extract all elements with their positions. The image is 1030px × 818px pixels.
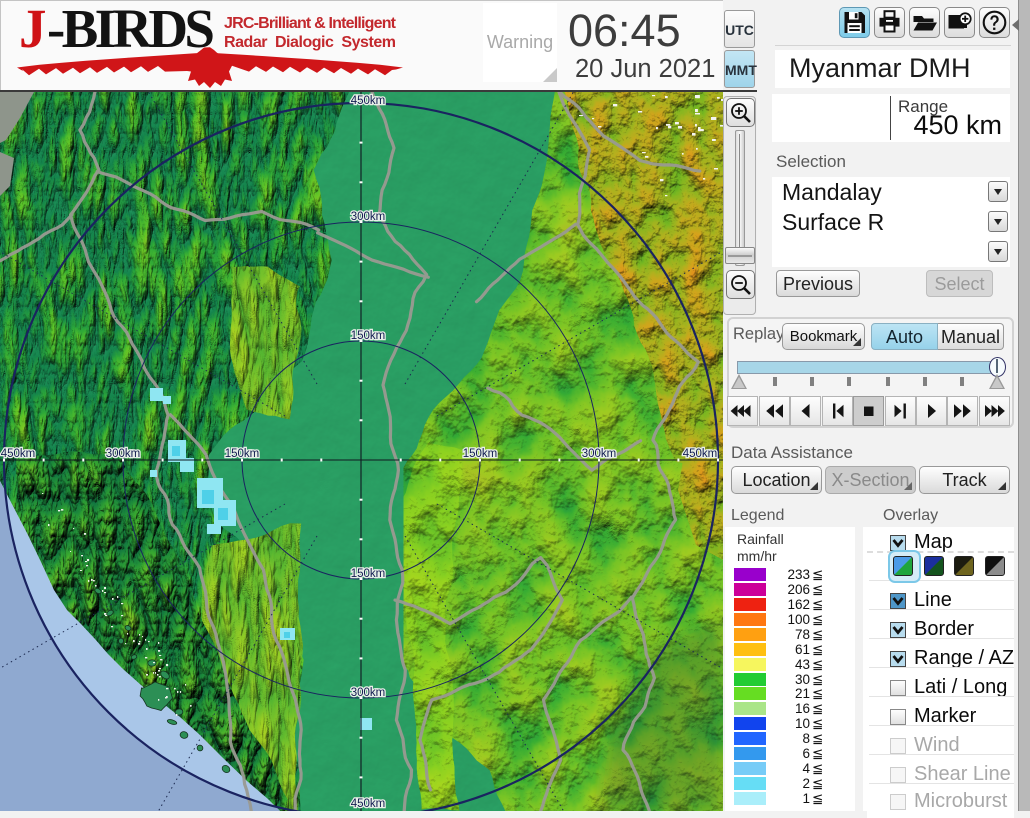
svg-text:JRC-Brilliant & Intelligent: JRC-Brilliant & Intelligent [224, 15, 397, 32]
svg-text:150km: 150km [463, 448, 498, 460]
svg-text:450km: 450km [351, 95, 386, 107]
svg-text:Radar Dialogic System: Radar Dialogic System [224, 34, 396, 51]
svg-text:-BIRDS: -BIRDS [47, 4, 215, 59]
svg-text:300km: 300km [351, 687, 386, 699]
svg-text:150km: 150km [351, 330, 386, 342]
svg-text:300km: 300km [351, 211, 386, 223]
svg-text:150km: 150km [351, 568, 386, 580]
svg-text:150km: 150km [225, 448, 260, 460]
svg-text:450km: 450km [351, 798, 386, 810]
svg-text:J: J [19, 4, 47, 59]
svg-text:300km: 300km [582, 448, 617, 460]
svg-text:450km: 450km [683, 448, 718, 460]
svg-text:300km: 300km [106, 448, 141, 460]
svg-text:450km: 450km [1, 448, 36, 460]
